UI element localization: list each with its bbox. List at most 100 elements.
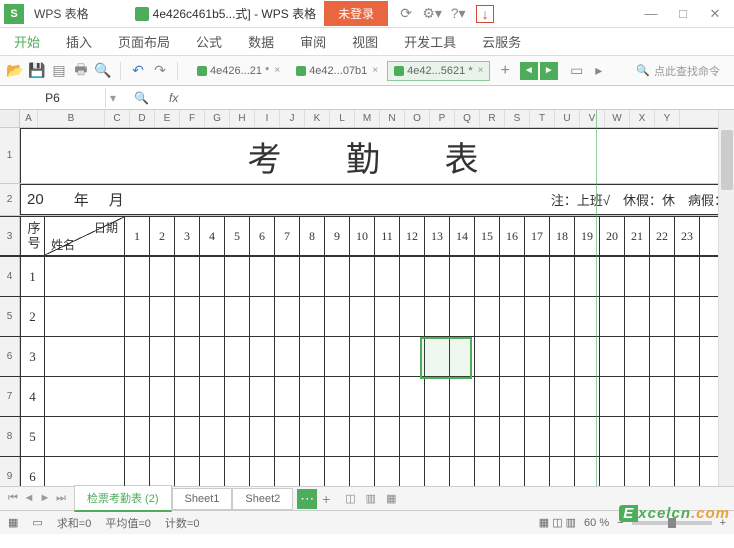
seq-cell[interactable]: 3 bbox=[20, 337, 45, 376]
tab-next-icon[interactable]: ► bbox=[540, 62, 558, 80]
day-cell[interactable] bbox=[550, 377, 575, 416]
day-cell[interactable] bbox=[550, 337, 575, 376]
day-cell[interactable] bbox=[300, 417, 325, 456]
day-cell[interactable] bbox=[225, 377, 250, 416]
col-header[interactable]: B bbox=[38, 110, 105, 127]
day-cell[interactable] bbox=[375, 377, 400, 416]
day-cell[interactable] bbox=[450, 417, 475, 456]
day-cell[interactable] bbox=[275, 417, 300, 456]
sheet-tab-1[interactable]: 检票考勤表 (2) bbox=[74, 485, 172, 512]
day-cell[interactable] bbox=[175, 377, 200, 416]
day-cell[interactable] bbox=[650, 457, 675, 486]
day-cell[interactable] bbox=[400, 337, 425, 376]
day-cell[interactable] bbox=[300, 377, 325, 416]
col-header[interactable]: X bbox=[630, 110, 655, 127]
day-cell[interactable] bbox=[450, 297, 475, 336]
day-cell[interactable] bbox=[675, 377, 700, 416]
menu-insert[interactable]: 插入 bbox=[66, 32, 92, 51]
col-header[interactable]: Y bbox=[655, 110, 680, 127]
day-cell[interactable] bbox=[150, 257, 175, 296]
view-grid-icon[interactable]: ▦ bbox=[386, 492, 396, 505]
fx-label[interactable]: fx bbox=[163, 91, 184, 105]
help-dropdown-icon[interactable]: ?▾ bbox=[450, 6, 466, 22]
day-cell[interactable] bbox=[300, 457, 325, 486]
day-header[interactable]: 13 bbox=[425, 217, 450, 255]
day-cell[interactable] bbox=[625, 417, 650, 456]
sheet-last-icon[interactable]: ⏭ bbox=[54, 492, 68, 505]
day-cell[interactable] bbox=[500, 377, 525, 416]
day-cell[interactable] bbox=[425, 297, 450, 336]
day-header[interactable]: 10 bbox=[350, 217, 375, 255]
day-cell[interactable] bbox=[150, 337, 175, 376]
day-cell[interactable] bbox=[175, 457, 200, 486]
day-cell[interactable] bbox=[225, 457, 250, 486]
day-cell[interactable] bbox=[300, 257, 325, 296]
info-cell[interactable]: 20 年 月 注：上班√ 休假：休 病假： bbox=[20, 184, 734, 215]
day-cell[interactable] bbox=[125, 377, 150, 416]
day-cell[interactable] bbox=[350, 417, 375, 456]
day-header[interactable]: 22 bbox=[650, 217, 675, 255]
open-icon[interactable]: 📂 bbox=[6, 62, 24, 80]
day-cell[interactable] bbox=[275, 337, 300, 376]
day-cell[interactable] bbox=[225, 257, 250, 296]
arrow-icon[interactable]: ▸ bbox=[590, 62, 608, 80]
refresh-icon[interactable]: ⟳ bbox=[398, 6, 414, 22]
minimize-button[interactable]: — bbox=[642, 5, 660, 23]
col-header[interactable]: D bbox=[130, 110, 155, 127]
attendance-title[interactable]: 考 勤 表 bbox=[20, 128, 734, 183]
menu-view[interactable]: 视图 bbox=[352, 32, 378, 51]
day-cell[interactable] bbox=[175, 297, 200, 336]
day-header[interactable]: 12 bbox=[400, 217, 425, 255]
day-cell[interactable] bbox=[675, 257, 700, 296]
day-cell[interactable] bbox=[375, 417, 400, 456]
sheet-first-icon[interactable]: ⏮ bbox=[6, 492, 20, 505]
grid-icon[interactable]: ▦ bbox=[8, 516, 18, 529]
day-cell[interactable] bbox=[550, 417, 575, 456]
day-cell[interactable] bbox=[200, 337, 225, 376]
maximize-button[interactable]: □ bbox=[674, 5, 692, 23]
day-cell[interactable] bbox=[125, 337, 150, 376]
day-cell[interactable] bbox=[125, 257, 150, 296]
day-cell[interactable] bbox=[500, 337, 525, 376]
add-tab-button[interactable]: + bbox=[494, 62, 515, 80]
day-cell[interactable] bbox=[475, 337, 500, 376]
day-cell[interactable] bbox=[475, 457, 500, 486]
day-cell[interactable] bbox=[625, 377, 650, 416]
day-cell[interactable] bbox=[150, 457, 175, 486]
day-header[interactable]: 21 bbox=[625, 217, 650, 255]
col-header[interactable]: N bbox=[380, 110, 405, 127]
day-cell[interactable] bbox=[200, 297, 225, 336]
day-cell[interactable] bbox=[250, 377, 275, 416]
day-cell[interactable] bbox=[250, 417, 275, 456]
download-icon[interactable]: ↓ bbox=[476, 5, 494, 23]
day-cell[interactable] bbox=[400, 417, 425, 456]
login-button[interactable]: 未登录 bbox=[324, 1, 388, 26]
fx-search-icon[interactable]: 🔍 bbox=[120, 91, 163, 105]
day-cell[interactable] bbox=[525, 337, 550, 376]
day-header[interactable]: 8 bbox=[300, 217, 325, 255]
cell-reference[interactable]: P6 bbox=[0, 88, 106, 108]
day-cell[interactable] bbox=[425, 457, 450, 486]
day-header[interactable]: 5 bbox=[225, 217, 250, 255]
day-cell[interactable] bbox=[425, 337, 450, 376]
day-cell[interactable] bbox=[675, 297, 700, 336]
day-cell[interactable] bbox=[650, 257, 675, 296]
day-cell[interactable] bbox=[350, 457, 375, 486]
view-page-icon[interactable]: ▥ bbox=[366, 492, 376, 505]
day-cell[interactable] bbox=[600, 457, 625, 486]
window-icon[interactable]: ▭ bbox=[568, 62, 586, 80]
col-header[interactable]: E bbox=[155, 110, 180, 127]
day-cell[interactable] bbox=[450, 457, 475, 486]
day-cell[interactable] bbox=[575, 417, 600, 456]
close-button[interactable]: ✕ bbox=[706, 5, 724, 23]
day-cell[interactable] bbox=[525, 297, 550, 336]
select-all-corner[interactable] bbox=[0, 110, 20, 127]
col-header[interactable]: S bbox=[505, 110, 530, 127]
day-cell[interactable] bbox=[325, 377, 350, 416]
day-cell[interactable] bbox=[525, 417, 550, 456]
day-cell[interactable] bbox=[125, 417, 150, 456]
day-cell[interactable] bbox=[675, 457, 700, 486]
name-cell[interactable] bbox=[45, 297, 125, 336]
sheet-tab-2[interactable]: Sheet1 bbox=[172, 488, 233, 510]
undo-icon[interactable]: ↶ bbox=[129, 62, 147, 80]
